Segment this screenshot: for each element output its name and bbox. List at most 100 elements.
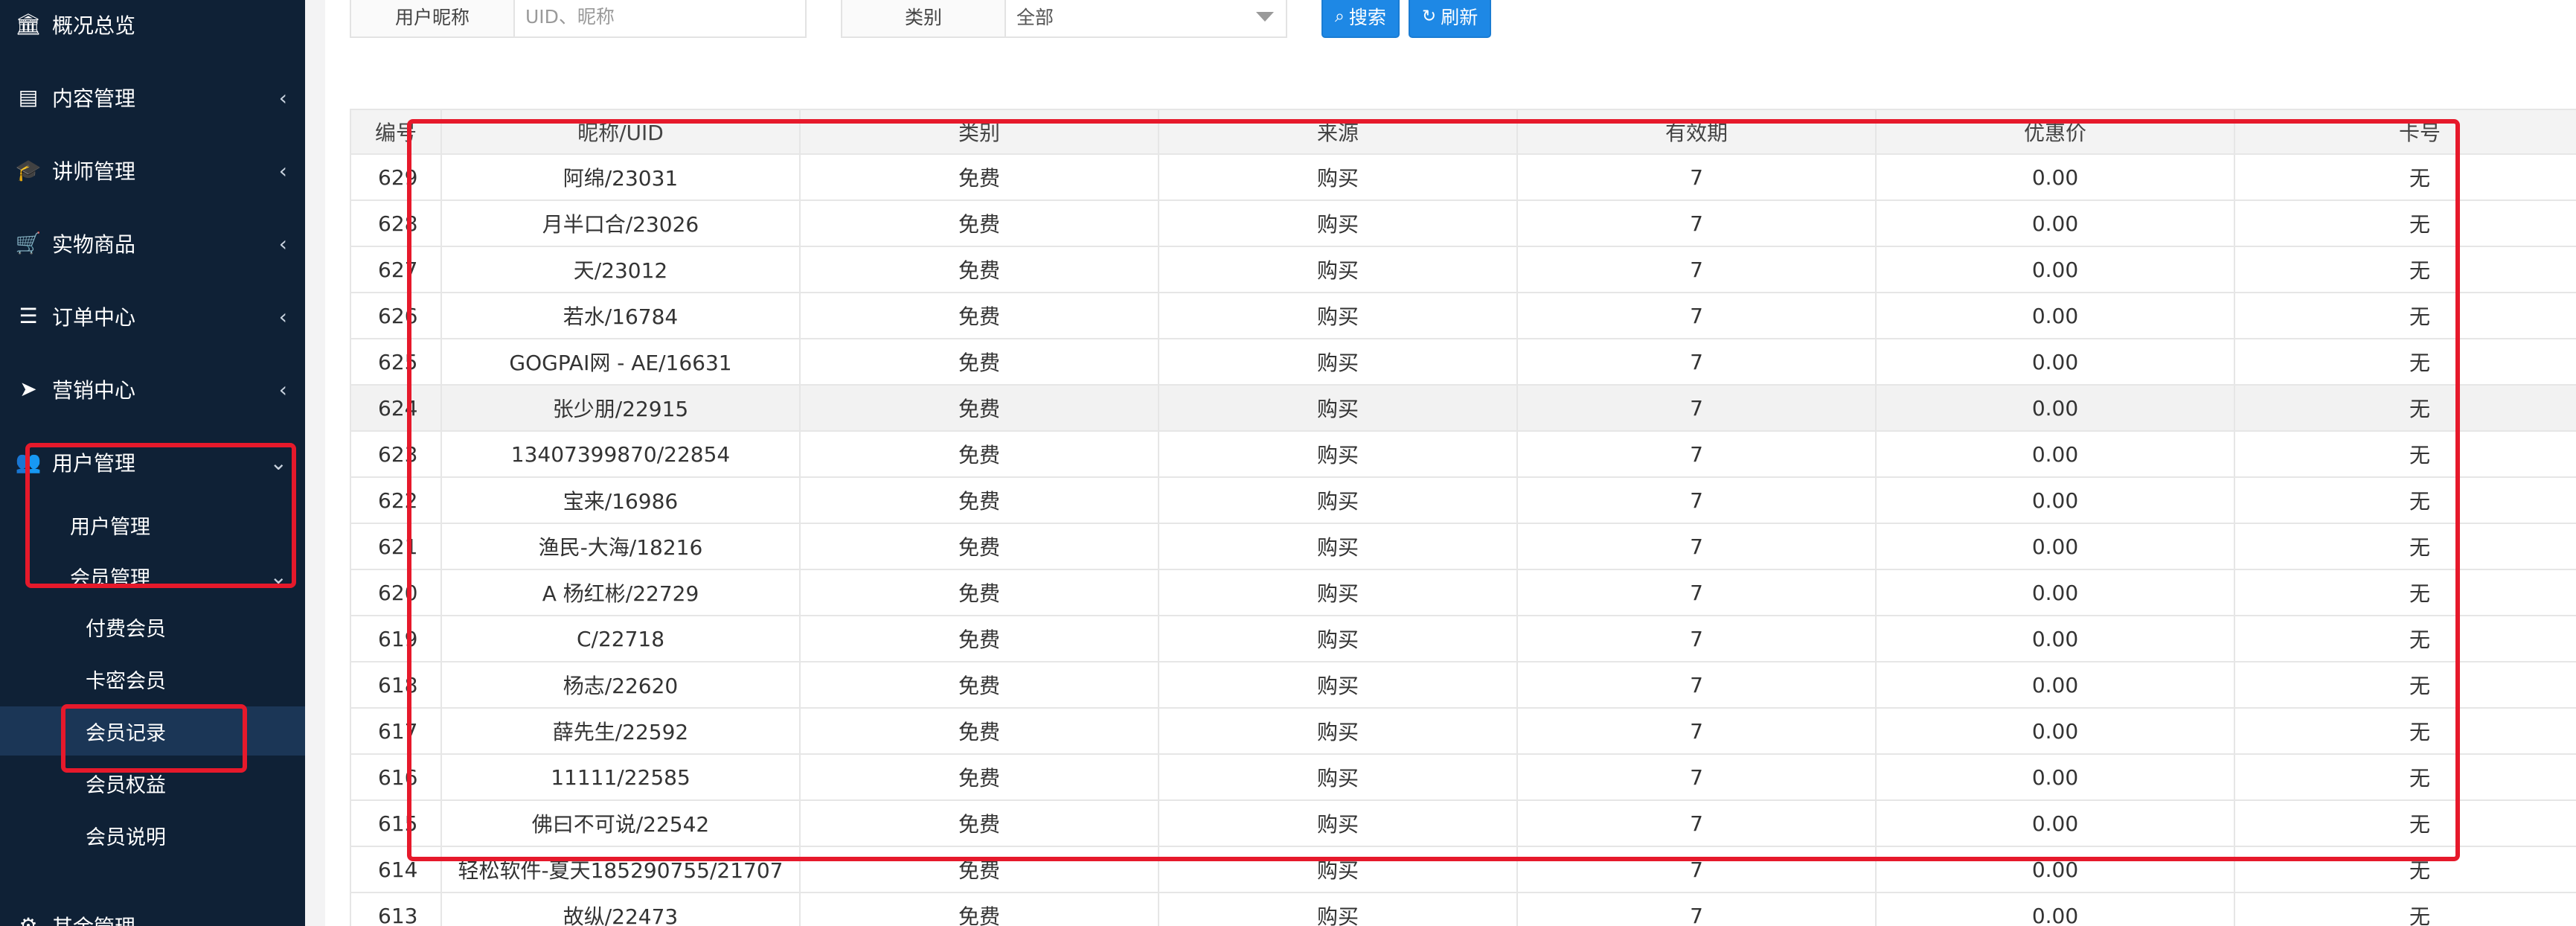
table-header-col-source[interactable]: 来源	[1158, 109, 1518, 155]
table-cell-col-nickname: 薛先生/22592	[440, 707, 801, 755]
table-cell-col-id: 617	[350, 707, 442, 755]
table-cell-col-source: 购买	[1158, 523, 1518, 570]
sidebar-subitem-label: 会员管理	[70, 566, 150, 590]
table-row[interactable]: 617 薛先生/22592 免费 购买 7 0.00 无	[350, 707, 2576, 755]
magnifier-icon: ⌕	[1335, 7, 1345, 26]
table-header-col-id[interactable]: 编号	[350, 109, 442, 155]
table-row[interactable]: 614 轻松软件-夏天185290755/21707 免费 购买 7 0.00 无	[350, 846, 2576, 893]
bank-icon: 🏛	[15, 12, 42, 36]
table-cell-col-card: 无	[2234, 153, 2576, 201]
table-row[interactable]: 619 C/22718 免费 购买 7 0.00 无	[350, 615, 2576, 662]
nickname-search-input[interactable]	[515, 0, 805, 36]
paper-plane-icon: ➤	[19, 377, 37, 401]
table-cell-col-id: 613	[350, 892, 442, 926]
sidebar-member-item-3[interactable]: 会员权益	[0, 759, 305, 808]
table-row[interactable]: 626 若水/16784 免费 购买 7 0.00 无	[350, 292, 2576, 339]
sidebar-item-label: 概况总览	[52, 13, 136, 38]
table-cell-col-id: 616	[350, 753, 442, 801]
table-cell-col-id: 618	[350, 661, 442, 709]
table-row[interactable]: 620 A 杨红彬/22729 免费 购买 7 0.00 无	[350, 569, 2576, 616]
table-cell-col-source: 购买	[1158, 476, 1518, 524]
search-button[interactable]: ⌕ 搜索	[1321, 0, 1400, 38]
table-row[interactable]: 625 GOGPAI网 - AE/16631 免费 购买 7 0.00 无	[350, 338, 2576, 386]
table-cell-col-nickname: 11111/22585	[440, 753, 801, 801]
table-row[interactable]: 616 11111/22585 免费 购买 7 0.00 无	[350, 753, 2576, 801]
table-cell-col-validity: 7	[1516, 846, 1877, 893]
table-cell-col-id: 627	[350, 246, 442, 293]
table-header-row: 编号 昵称/UID 类别 来源 有效期 优惠价 卡号	[350, 109, 2576, 155]
sidebar-item-1[interactable]: ▤ 内容管理 ‹	[0, 75, 305, 120]
sidebar-member-item-label: 会员记录	[86, 721, 166, 745]
table-cell-col-price: 0.00	[1875, 523, 2235, 570]
table-cell-col-card: 无	[2234, 753, 2576, 801]
sidebar-item-0[interactable]: 🏛 概况总览	[0, 2, 305, 47]
sidebar-item-4[interactable]: ☰ 订单中心 ‹	[0, 294, 305, 339]
table-cell-col-validity: 7	[1516, 199, 1877, 247]
table-row[interactable]: 623 13407399870/22854 免费 购买 7 0.00 无	[350, 430, 2576, 478]
sidebar-member-item-label: 付费会员	[86, 617, 166, 641]
table-cell-col-source: 购买	[1158, 153, 1518, 201]
table-cell-col-validity: 7	[1516, 799, 1877, 847]
table-header-col-validity[interactable]: 有效期	[1516, 109, 1877, 155]
table-row[interactable]: 624 张少朋/22915 免费 购买 7 0.00 无	[350, 384, 2576, 432]
table-row[interactable]: 627 天/23012 免费 购买 7 0.00 无	[350, 246, 2576, 293]
table-cell-col-source: 购买	[1158, 753, 1518, 801]
sidebar-item-3[interactable]: 🛒 实物商品 ‹	[0, 221, 305, 266]
table-cell-col-card: 无	[2234, 707, 2576, 755]
table-row[interactable]: 622 宝来/16986 免费 购买 7 0.00 无	[350, 476, 2576, 524]
table-cell-col-type: 免费	[799, 661, 1159, 709]
table-cell-col-price: 0.00	[1875, 846, 2235, 893]
table-header-col-price[interactable]: 优惠价	[1875, 109, 2235, 155]
sidebar-item-label: 讲师管理	[52, 159, 136, 184]
table-row[interactable]: 629 阿绵/23031 免费 购买 7 0.00 无	[350, 153, 2576, 201]
table-cell-col-source: 购买	[1158, 661, 1518, 709]
sidebar-item-other[interactable]: ⚙ 其余管理	[0, 904, 305, 926]
table-cell-col-id: 622	[350, 476, 442, 524]
table-cell-col-validity: 7	[1516, 246, 1877, 293]
table-header-col-nickname[interactable]: 昵称/UID	[440, 109, 801, 155]
table-cell-col-price: 0.00	[1875, 246, 2235, 293]
table-cell-col-type: 免费	[799, 799, 1159, 847]
sidebar-member-item-label: 会员权益	[86, 773, 166, 797]
table-cell-col-type: 免费	[799, 430, 1159, 478]
table-row[interactable]: 628 月半口合/23026 免费 购买 7 0.00 无	[350, 199, 2576, 247]
table-cell-col-id: 621	[350, 523, 442, 570]
table-cell-col-type: 免费	[799, 892, 1159, 926]
table-row[interactable]: 618 杨志/22620 免费 购买 7 0.00 无	[350, 661, 2576, 709]
chevron-left-icon: ‹	[278, 377, 287, 402]
table-row[interactable]: 613 故纵/22473 免费 购买 7 0.00 无	[350, 892, 2576, 926]
table-cell-col-price: 0.00	[1875, 661, 2235, 709]
table-cell-col-price: 0.00	[1875, 338, 2235, 386]
table-cell-col-nickname: 轻松软件-夏天185290755/21707	[440, 846, 801, 893]
sidebar-item-label: 实物商品	[52, 232, 136, 257]
sidebar-member-item-label: 会员说明	[86, 826, 166, 849]
sidebar-item-2[interactable]: 🎓 讲师管理 ‹	[0, 148, 305, 193]
type-select[interactable]: 全部	[1006, 0, 1286, 36]
table-row[interactable]: 621 渔民-大海/18216 免费 购买 7 0.00 无	[350, 523, 2576, 570]
table-cell-col-source: 购买	[1158, 199, 1518, 247]
sidebar-item-user-management[interactable]: 👥 用户管理 ⌄	[0, 440, 305, 485]
table-cell-col-price: 0.00	[1875, 615, 2235, 662]
sidebar-item-5[interactable]: ➤ 营销中心 ‹	[0, 367, 305, 412]
table-cell-col-type: 免费	[799, 569, 1159, 616]
table-cell-col-nickname: A 杨红彬/22729	[440, 569, 801, 616]
table-header-col-card[interactable]: 卡号	[2234, 109, 2576, 155]
sidebar-subitem-user-management[interactable]: 用户管理	[0, 502, 305, 547]
users-icon: 👥	[15, 450, 42, 474]
main-content: 用户昵称 类别 全部 ⌕ 搜索 ↻ 刷新	[305, 0, 2576, 926]
chevron-left-icon: ‹	[278, 231, 287, 256]
nickname-filter: 用户昵称	[350, 0, 807, 38]
table-header-col-type[interactable]: 类别	[799, 109, 1159, 155]
table-row[interactable]: 615 佛曰不可说/22542 免费 购买 7 0.00 无	[350, 799, 2576, 847]
table-cell-col-nickname: 张少朋/22915	[440, 384, 801, 432]
sidebar-member-item-0[interactable]: 付费会员	[0, 602, 305, 651]
sidebar-member-item-4[interactable]: 会员说明	[0, 811, 305, 860]
sidebar-subitem-member-management[interactable]: 会员管理 ⌄	[0, 554, 305, 598]
refresh-button[interactable]: ↻ 刷新	[1408, 0, 1492, 38]
table-cell-col-nickname: 故纵/22473	[440, 892, 801, 926]
table-cell-col-card: 无	[2234, 199, 2576, 247]
sidebar-member-item-1[interactable]: 卡密会员	[0, 654, 305, 703]
table-cell-col-validity: 7	[1516, 430, 1877, 478]
table-cell-col-source: 购买	[1158, 246, 1518, 293]
sidebar-member-item-2[interactable]: 会员记录	[0, 706, 305, 756]
